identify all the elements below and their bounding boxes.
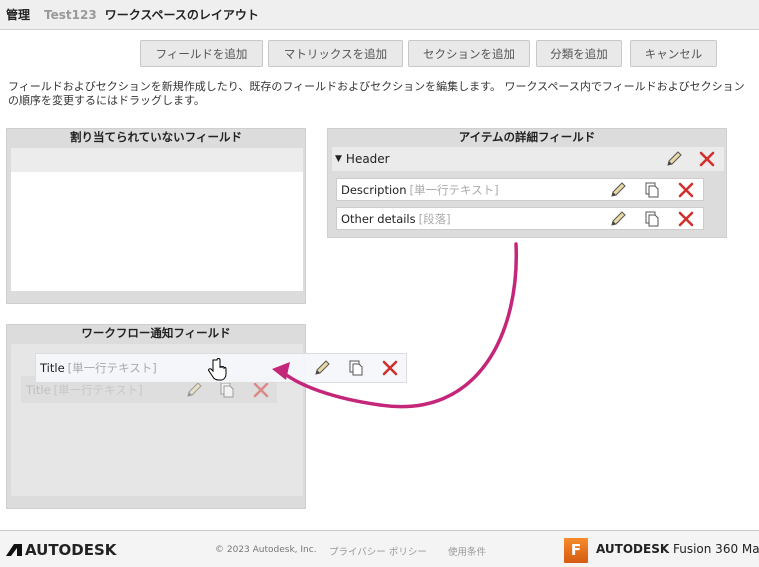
add-field-button[interactable]: フィールドを追加 — [140, 40, 263, 67]
unassigned-fields-panel: 割り当てられていないフィールド — [6, 128, 306, 304]
pencil-icon[interactable] — [609, 210, 627, 228]
panel-title: ワークフロー通知フィールド — [81, 326, 231, 340]
terms-link[interactable]: 使用条件 — [448, 544, 486, 558]
fusion-product-icon: F — [564, 538, 588, 563]
copy-icon — [218, 381, 236, 399]
field-name: Title — [40, 361, 65, 375]
pencil-icon — [185, 381, 203, 399]
breadcrumb-admin[interactable]: 管理 — [6, 6, 30, 23]
item-details-panel: アイテムの詳細フィールド ▼ Header Description [単一行テキス… — [327, 128, 727, 238]
privacy-link[interactable]: プライバシー ポリシー — [329, 544, 427, 558]
delete-icon[interactable] — [677, 181, 695, 199]
field-name: Title — [26, 382, 51, 397]
cancel-button[interactable]: キャンセル — [630, 40, 717, 67]
copy-icon[interactable] — [643, 181, 661, 199]
delete-icon[interactable] — [677, 210, 695, 228]
pencil-icon[interactable] — [313, 359, 331, 377]
field-type: [段落] — [418, 211, 451, 226]
collapse-triangle-icon[interactable]: ▼ — [335, 154, 342, 164]
pencil-icon[interactable] — [609, 181, 627, 199]
delete-icon — [252, 381, 270, 399]
add-classification-button[interactable]: 分類を追加 — [536, 40, 622, 67]
autodesk-logo: AUTODESK — [6, 541, 116, 559]
field-type: [単一行テキスト] — [53, 382, 143, 397]
add-section-button[interactable]: セクションを追加 — [408, 40, 530, 67]
product-name: AUTODESK Fusion 360 Manage — [596, 542, 759, 556]
copyright: © 2023 Autodesk, Inc. — [215, 545, 317, 555]
page-title: ワークスペースのレイアウト — [104, 8, 259, 22]
hand-cursor-icon — [208, 358, 227, 381]
copy-icon[interactable] — [643, 210, 661, 228]
section-name: Header — [345, 152, 390, 166]
field-row[interactable]: Description [単一行テキスト] — [336, 178, 704, 201]
panel-title: 割り当てられていないフィールド — [70, 130, 242, 144]
add-matrix-button[interactable]: マトリックスを追加 — [268, 40, 403, 67]
pencil-icon[interactable] — [665, 150, 683, 168]
breadcrumb: 管理 Test123 ワークスペースのレイアウト — [0, 0, 759, 30]
breadcrumb-workspace[interactable]: Test123 — [44, 8, 97, 22]
footer: AUTODESK © 2023 Autodesk, Inc. プライバシー ポリ… — [0, 530, 759, 567]
instructions: フィールドおよびセクションを新規作成したり、既存のフィールドおよびセクションを編… — [8, 80, 745, 107]
drop-zone[interactable] — [11, 148, 303, 291]
field-type: [単一行テキスト] — [409, 182, 499, 197]
delete-icon[interactable] — [381, 359, 399, 377]
panel-title: アイテムの詳細フィールド — [458, 130, 596, 144]
field-name: Description — [341, 182, 407, 197]
field-name: Other details — [341, 211, 416, 226]
workflow-fields-panel: ワークフロー通知フィールド Title [単一行テキスト] — [6, 324, 306, 509]
copy-icon[interactable] — [347, 359, 365, 377]
field-row[interactable]: Other details [段落] — [336, 207, 704, 230]
section-header[interactable]: ▼ Header — [332, 147, 724, 171]
field-type: [単一行テキスト] — [67, 361, 157, 375]
delete-icon[interactable] — [698, 150, 716, 168]
